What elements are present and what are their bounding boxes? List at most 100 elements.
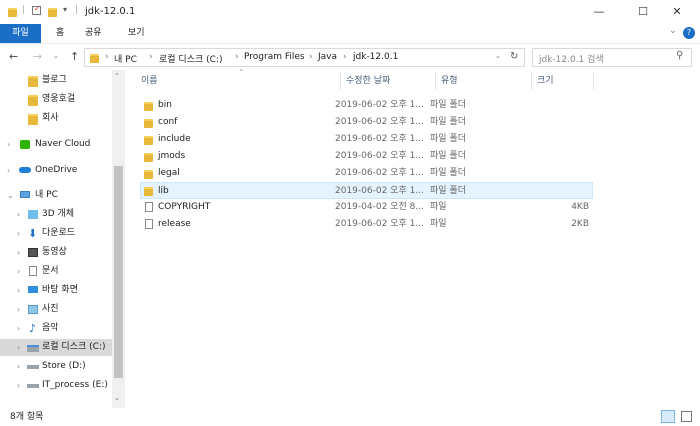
tab-file[interactable]: 파일 [0,24,41,43]
quick-access-dropdown-icon[interactable]: ▾ [63,5,67,14]
computer-icon [20,191,30,198]
properties-icon[interactable]: ✓ [32,4,41,15]
table-row[interactable]: jmods 2019-06-02 오후 1... 파일 폴더 [140,148,593,165]
breadcrumb-java[interactable]: Java [318,52,337,62]
file-date: 2019-04-02 오전 8... [335,202,424,212]
nav-item-label: 내 PC [35,190,58,200]
scroll-up-icon[interactable]: ⌃ [114,72,120,80]
new-folder-icon[interactable] [48,8,57,17]
breadcrumb-program-files[interactable]: Program Files [244,52,305,62]
refresh-icon[interactable]: ↻ [510,51,518,62]
file-name: COPYRIGHT [158,202,211,212]
nav-item-3d-objects[interactable]: › 3D 개체 [0,206,112,223]
nav-item-blog[interactable]: 블로그 [0,72,112,89]
address-dropdown-icon[interactable]: ⌄ [495,52,501,60]
breadcrumb-separator: › [105,52,109,62]
folder-icon [144,119,153,128]
search-icon[interactable]: ⚲ [676,50,683,61]
table-row[interactable]: bin 2019-06-02 오후 1... 파일 폴더 [140,97,593,114]
file-type: 파일 폴더 [430,186,466,196]
column-divider[interactable] [531,72,532,90]
nav-item-label: IT_process (E:) [42,380,108,390]
chevron-right-icon[interactable]: › [7,136,10,153]
address-row: ← → ⌄ ↑ › 내 PC › 로컬 디스크 (C:) › Program F… [0,46,700,70]
nav-item-documents[interactable]: › 문서 [0,263,112,280]
chevron-right-icon[interactable]: › [17,244,20,261]
address-bar[interactable]: › 내 PC › 로컬 디스크 (C:) › Program Files › J… [84,48,525,67]
nav-item-onedrive[interactable]: › OneDrive [0,162,112,179]
table-row[interactable]: legal 2019-06-02 오후 1... 파일 폴더 [140,165,593,182]
nav-item-label: Naver Cloud [35,139,91,149]
column-header-type[interactable]: 유형 [441,70,458,92]
nav-item-store-d[interactable]: › Store (D:) [0,358,112,375]
column-divider[interactable] [435,72,436,90]
search-input[interactable]: jdk-12.0.1 검색 ⚲ [532,48,692,67]
chevron-right-icon[interactable]: › [7,162,10,179]
nav-item-label: 회사 [42,113,59,123]
download-arrow-icon: ⬇ [28,227,38,240]
table-row[interactable]: release 2019-06-02 오후 1... 파일 2KB [140,216,593,233]
nav-item-videos[interactable]: › 동영상 [0,244,112,261]
nav-item-downloads[interactable]: › ⬇ 다운로드 [0,225,112,242]
nav-item-naver-cloud[interactable]: › Naver Cloud [0,136,112,153]
file-date: 2019-06-02 오후 1... [335,186,424,196]
up-arrow-icon[interactable]: ↑ [70,50,79,63]
back-arrow-icon[interactable]: ← [9,50,18,63]
scroll-down-icon[interactable]: ⌄ [114,394,120,402]
tab-home[interactable]: 홈 [56,24,64,43]
tab-share[interactable]: 공유 [85,24,102,43]
file-date: 2019-06-02 오후 1... [335,117,424,127]
breadcrumb-my-pc[interactable]: 내 PC [114,52,137,65]
folder-icon [144,170,153,179]
chevron-down-icon[interactable]: ⌄ [7,187,14,204]
folder-icon [28,114,38,125]
chevron-right-icon[interactable]: › [17,301,20,318]
column-header-size[interactable]: 크기 [537,70,554,92]
column-divider[interactable] [340,72,341,90]
cube-icon [28,210,38,219]
nav-item-my-pc[interactable]: ⌄ 내 PC [0,187,112,204]
tab-view[interactable]: 보기 [128,24,145,43]
file-name: conf [158,117,178,127]
table-row[interactable]: conf 2019-06-02 오후 1... 파일 폴더 [140,114,593,131]
details-view-icon[interactable] [661,410,675,423]
nav-scrollbar-thumb[interactable] [114,166,123,378]
chevron-right-icon[interactable]: › [17,263,20,280]
chevron-right-icon[interactable]: › [17,358,20,375]
nav-item-company[interactable]: 회사 [0,110,112,127]
help-icon[interactable]: ? [683,27,695,39]
chevron-right-icon[interactable]: › [17,282,20,299]
nav-item-it-process-e[interactable]: › IT_process (E:) [0,377,112,394]
nav-item-heroes[interactable]: 영웅호걸 [0,91,112,108]
forward-arrow-icon[interactable]: → [33,50,42,63]
chevron-right-icon[interactable]: › [17,206,20,223]
column-divider[interactable] [593,72,594,90]
file-name: include [158,134,191,144]
table-row[interactable]: include 2019-06-02 오후 1... 파일 폴더 [140,131,593,148]
chevron-right-icon[interactable]: › [17,320,20,337]
table-row[interactable]: COPYRIGHT 2019-04-02 오전 8... 파일 4KB [140,199,593,216]
nav-item-label: 다운로드 [42,228,76,238]
chevron-right-icon[interactable]: › [17,377,20,394]
nav-item-music[interactable]: › ♪ 음악 [0,320,112,337]
breadcrumb-jdk[interactable]: jdk-12.0.1 [353,52,398,62]
table-row-selected[interactable]: lib 2019-06-02 오후 1... 파일 폴더 [140,182,593,199]
file-name: lib [158,186,169,196]
drive-icon [27,365,39,369]
breadcrumb-separator: › [149,52,153,62]
nav-item-local-disk[interactable]: › 로컬 디스크 (C:) [0,339,112,356]
column-header-name[interactable]: 이름 [141,70,158,92]
nav-item-desktop[interactable]: › 바탕 화면 [0,282,112,299]
expand-ribbon-icon[interactable]: ⌄ [669,26,677,36]
breadcrumb-local-disk[interactable]: 로컬 디스크 (C:) [159,52,222,65]
recent-locations-icon[interactable]: ⌄ [53,52,59,60]
chevron-right-icon[interactable]: › [17,339,20,356]
drive-icon [27,384,39,388]
close-button[interactable]: ✕ [654,0,700,24]
chevron-right-icon[interactable]: › [17,225,20,242]
column-header-date[interactable]: 수정한 날짜 [346,70,390,92]
file-date: 2019-06-02 오후 1... [335,100,424,110]
nav-item-pictures[interactable]: › 사진 [0,301,112,318]
large-icons-view-icon[interactable] [681,411,692,422]
minimize-button[interactable]: — [576,0,622,24]
